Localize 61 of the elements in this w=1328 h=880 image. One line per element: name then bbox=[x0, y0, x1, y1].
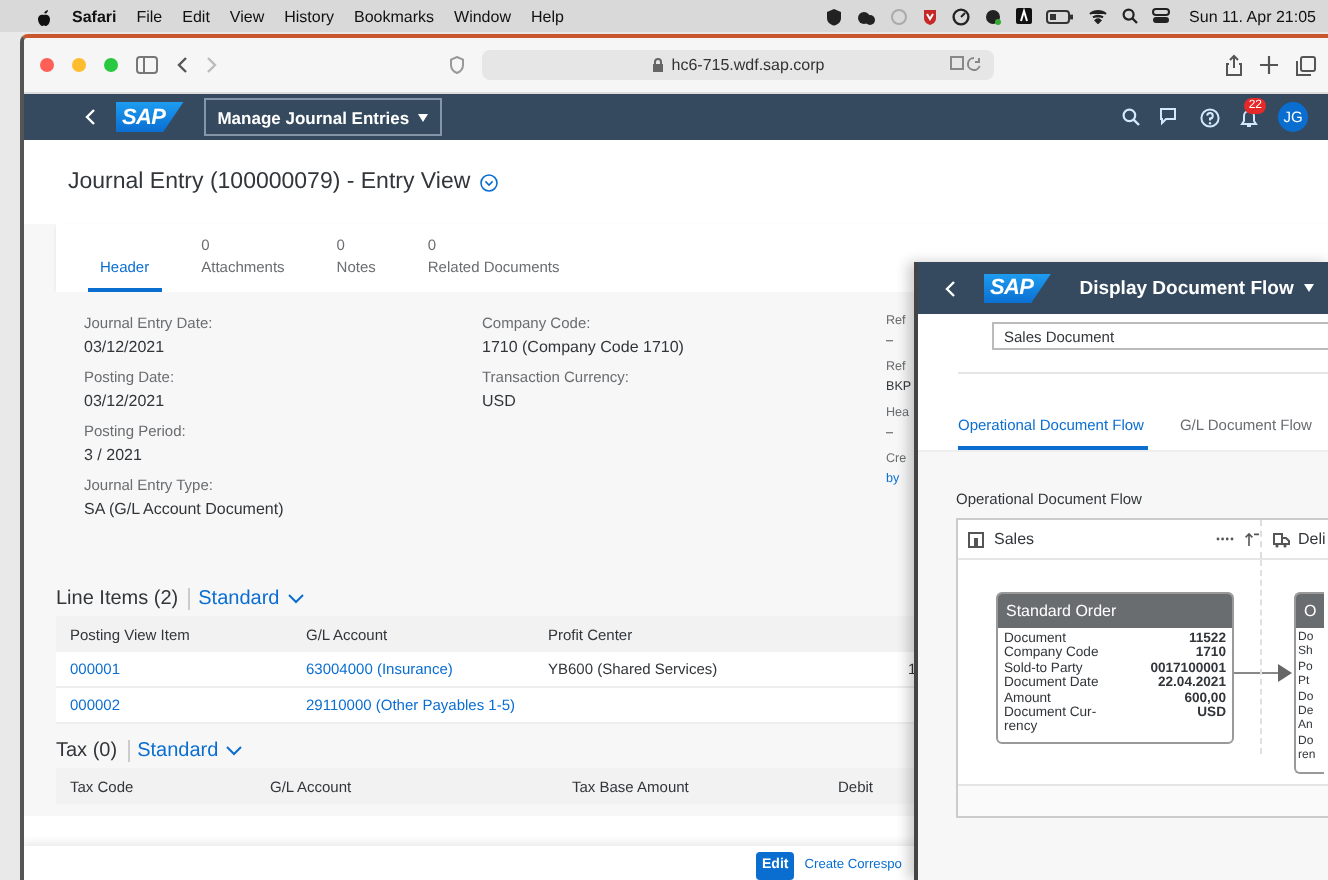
url-text: hc6-715.wdf.sap.corp bbox=[671, 56, 825, 74]
menu-clock: Sun 11. Apr 21:05 bbox=[1189, 7, 1316, 25]
control-center-icon[interactable] bbox=[1151, 8, 1170, 24]
field-value: 1710 (Company Code 1710) bbox=[482, 338, 684, 356]
card-title: Standard Order bbox=[998, 594, 1232, 628]
chevron-down-icon bbox=[287, 594, 304, 604]
share-icon[interactable] bbox=[1226, 54, 1242, 76]
menu-item[interactable]: Help bbox=[530, 7, 564, 25]
feedback-icon[interactable] bbox=[1160, 108, 1180, 126]
caret-icon bbox=[417, 113, 428, 121]
sap-logo[interactable]: SAP bbox=[984, 273, 1052, 303]
bell-icon[interactable] bbox=[1240, 107, 1258, 127]
help-icon[interactable] bbox=[1200, 107, 1220, 127]
wifi-icon[interactable] bbox=[1087, 8, 1108, 24]
battery-icon[interactable] bbox=[1045, 9, 1074, 23]
section-title: Line Items (2) bbox=[56, 588, 179, 610]
menu-item[interactable]: Window bbox=[454, 7, 511, 25]
plus-icon[interactable] bbox=[1260, 56, 1278, 74]
menu-item[interactable]: Edit bbox=[182, 7, 210, 25]
app-menu[interactable]: Safari bbox=[72, 7, 117, 25]
card-title: O bbox=[1296, 594, 1324, 628]
connector-arrow bbox=[1234, 664, 1294, 682]
menu-item[interactable]: File bbox=[136, 7, 163, 25]
truck-icon[interactable] bbox=[1272, 531, 1290, 547]
menu-item[interactable]: History bbox=[284, 7, 335, 25]
chevron-down-icon[interactable] bbox=[480, 173, 499, 191]
menu-item[interactable]: Bookmarks bbox=[354, 7, 435, 25]
field-value: 3 / 2021 bbox=[84, 446, 142, 464]
chevron-down-icon bbox=[226, 746, 243, 756]
address-bar[interactable]: hc6-715.wdf.sap.corp bbox=[482, 50, 994, 80]
search-icon[interactable] bbox=[1121, 8, 1138, 24]
gauge-icon[interactable] bbox=[951, 7, 970, 25]
sort-icon[interactable] bbox=[1244, 532, 1260, 546]
shield-icon[interactable] bbox=[825, 7, 842, 25]
field-value: 03/12/2021 bbox=[84, 338, 165, 356]
tabs-icon[interactable] bbox=[1296, 55, 1316, 75]
cloud-icon[interactable] bbox=[855, 7, 876, 25]
variant-selector[interactable]: Standard bbox=[127, 740, 243, 762]
shield-icon[interactable] bbox=[921, 7, 938, 25]
building-icon[interactable] bbox=[968, 531, 984, 547]
back-icon[interactable] bbox=[176, 56, 188, 74]
variant-selector[interactable]: Standard bbox=[188, 588, 304, 610]
search-icon[interactable] bbox=[1122, 108, 1140, 126]
page-title: Journal Entry (100000079) - Entry View bbox=[68, 170, 471, 194]
translate-icon[interactable] bbox=[950, 56, 982, 72]
apple-icon[interactable] bbox=[36, 7, 52, 25]
menu-item[interactable]: View bbox=[229, 7, 265, 25]
lane-title: Deli bbox=[1298, 530, 1326, 548]
table-header-background bbox=[894, 616, 914, 652]
lock-icon bbox=[651, 58, 664, 72]
dots-icon[interactable] bbox=[1216, 536, 1234, 542]
sidebar-icon[interactable] bbox=[136, 56, 158, 74]
app-title-menu[interactable]: Manage Journal Entries bbox=[203, 98, 442, 136]
sap-logo[interactable]: SAP bbox=[116, 102, 184, 132]
lane-title: Sales bbox=[994, 530, 1035, 548]
close-button[interactable] bbox=[40, 58, 54, 72]
field-value: USD bbox=[482, 392, 516, 410]
field-value: 03/12/2021 bbox=[84, 392, 165, 410]
app-title-menu[interactable]: Display Document Flow bbox=[1079, 277, 1314, 299]
section-title: Tax (0) bbox=[56, 740, 118, 762]
field-value: SA (G/L Account Document) bbox=[84, 500, 284, 518]
